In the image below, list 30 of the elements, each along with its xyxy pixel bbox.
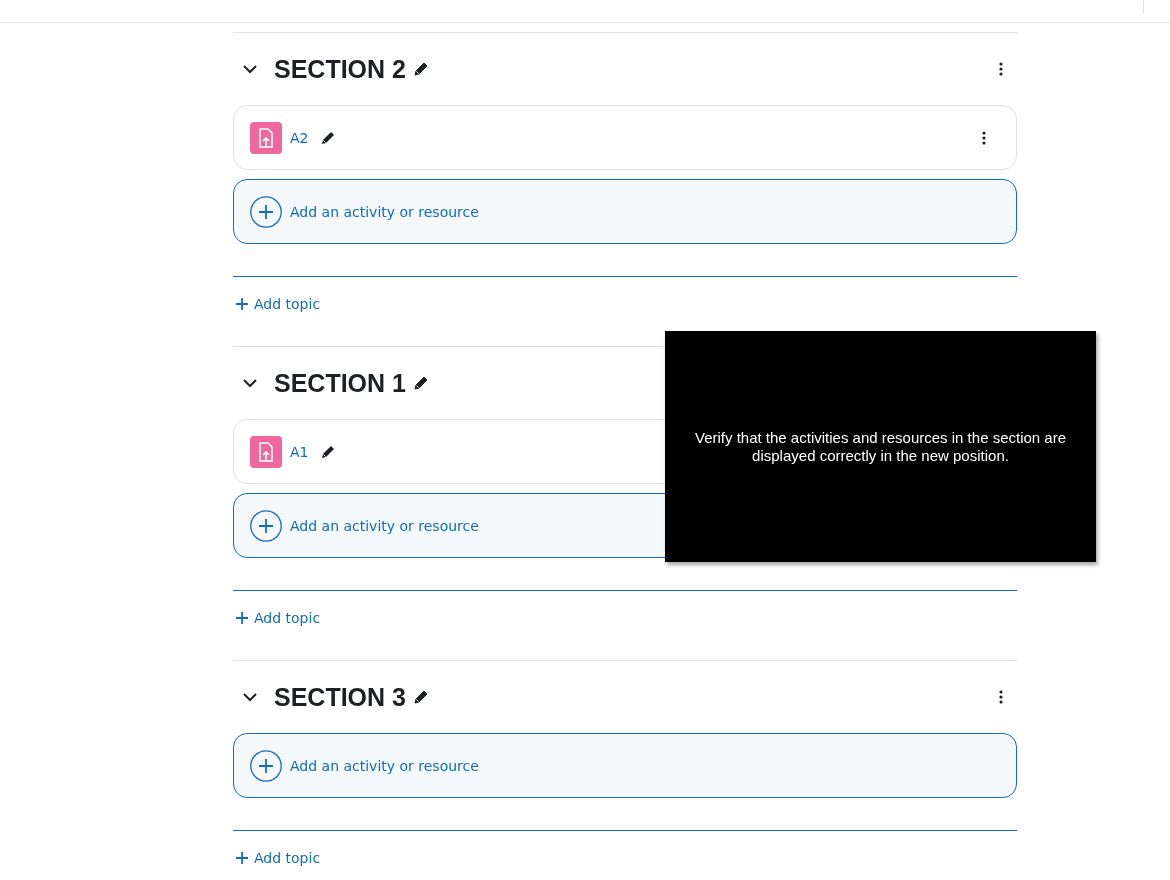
file-upload-icon [250, 121, 282, 154]
section-title: SECTION 1 [274, 368, 406, 398]
plus-circle-icon [250, 195, 282, 228]
collapse-chevron-icon[interactable] [243, 378, 257, 388]
plus-icon [236, 852, 248, 864]
activity-link[interactable]: A2 [290, 129, 309, 146]
add-topic-link[interactable]: Add topic [233, 610, 321, 626]
add-topic-link[interactable]: Add topic [233, 296, 321, 312]
more-options-icon[interactable] [982, 130, 986, 145]
section-title: SECTION 2 [274, 54, 406, 84]
add-activity-button[interactable]: Add an activity or resource [233, 733, 1017, 798]
add-activity-button[interactable]: Add an activity or resource [233, 179, 1017, 244]
file-upload-icon [250, 435, 282, 468]
activity-link[interactable]: A1 [290, 443, 309, 460]
plus-circle-icon [250, 749, 282, 782]
pencil-icon[interactable] [413, 61, 429, 77]
instruction-text: Verify that the activities and resources in the section are displayed correctly in the new position. [694, 428, 1067, 465]
add-topic-link[interactable]: Add topic [233, 850, 321, 866]
more-options-icon[interactable] [999, 62, 1003, 76]
plus-circle-icon [250, 509, 282, 542]
collapse-chevron-icon[interactable] [243, 692, 257, 702]
plus-icon [236, 298, 248, 310]
pencil-icon[interactable] [320, 129, 337, 146]
section-title: SECTION 3 [274, 682, 406, 712]
pencil-icon[interactable] [320, 443, 337, 460]
more-options-icon[interactable] [999, 690, 1003, 704]
pencil-icon[interactable] [413, 375, 429, 391]
collapse-chevron-icon[interactable] [243, 64, 257, 74]
pencil-icon[interactable] [413, 689, 429, 705]
plus-icon [236, 612, 248, 624]
